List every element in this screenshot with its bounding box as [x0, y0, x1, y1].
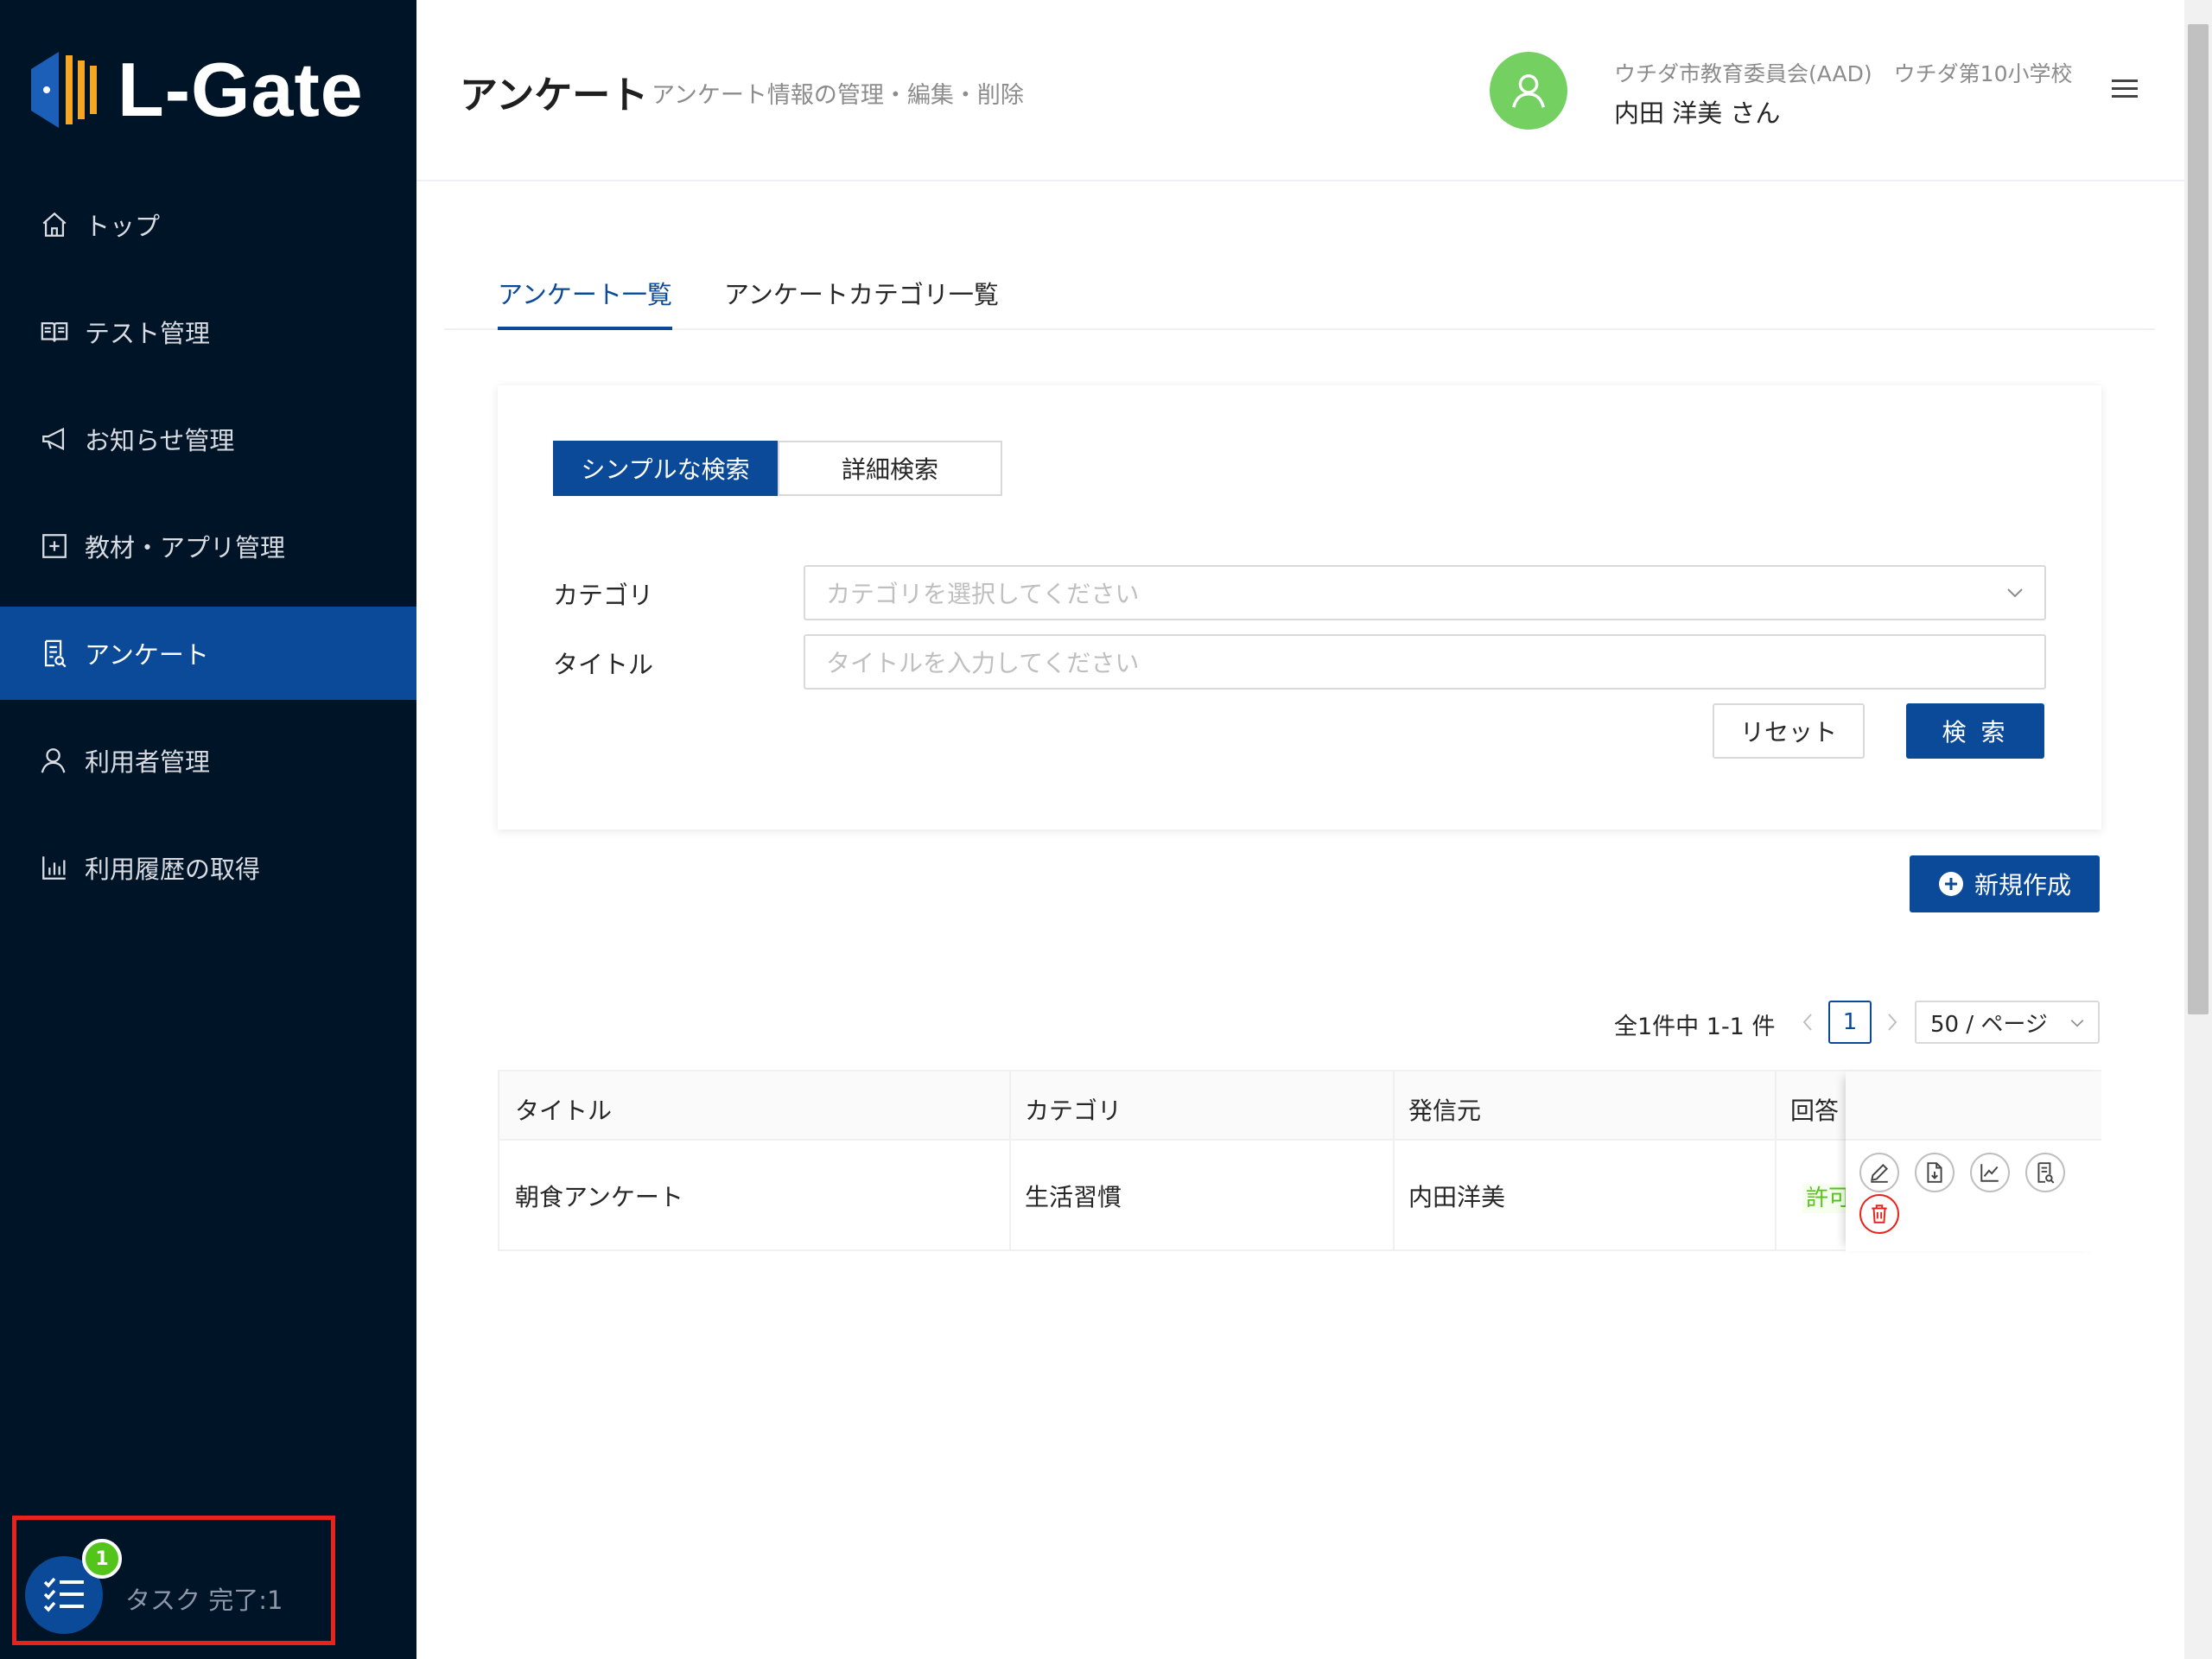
book-icon: [41, 321, 68, 342]
survey-icon: [44, 639, 67, 668]
column-header-answer[interactable]: 回答: [1790, 1092, 1839, 1127]
chevron-left-icon[interactable]: [1797, 1009, 1818, 1035]
trash-icon: [1872, 1205, 1887, 1224]
search-card: シンプルな検索 詳細検索 カテゴリ カテゴリを選択してください タイトル タイト…: [498, 385, 2101, 830]
title-input[interactable]: タイトルを入力してください: [804, 634, 2046, 690]
sidebar-item-survey[interactable]: アンケート: [0, 607, 416, 700]
sidebar-item-label: 利用履歴の取得: [85, 855, 261, 884]
edit-button[interactable]: [1859, 1153, 1899, 1192]
column-divider: [1009, 1071, 1011, 1251]
megaphone-icon: [42, 427, 65, 451]
sidebar-item-label: アンケート: [85, 640, 209, 670]
app-root: L-Gate トップ テスト管理 お知らせ管理 教材・アプリ管理 アンケート 利…: [0, 0, 2212, 1659]
search-button[interactable]: 検 索: [1906, 703, 2044, 759]
sidebar-item-top[interactable]: トップ: [0, 178, 416, 271]
chevron-right-icon[interactable]: [1882, 1009, 1903, 1035]
avatar[interactable]: [1490, 52, 1567, 130]
plus-circle-icon: [1938, 872, 1963, 896]
export-file-button[interactable]: [1915, 1153, 1955, 1192]
logo[interactable]: L-Gate: [28, 45, 364, 135]
results-chart-button[interactable]: [1970, 1153, 2010, 1192]
hamburger-menu-icon[interactable]: [2110, 74, 2139, 104]
reset-button[interactable]: リセット: [1713, 703, 1865, 759]
title-placeholder: タイトルを入力してください: [826, 649, 1140, 677]
sidebar-item-label: 利用者管理: [85, 747, 211, 777]
column-divider: [1393, 1071, 1395, 1251]
cell-title[interactable]: 朝食アンケート: [515, 1179, 683, 1213]
tab-survey-category-list[interactable]: アンケートカテゴリ一覧: [724, 275, 999, 330]
task-list-icon: [43, 1577, 84, 1612]
user-organization: ウチダ市教育委員会(AAD) ウチダ第10小学校: [1614, 61, 2073, 86]
sidebar-item-label: 教材・アプリ管理: [85, 533, 286, 563]
page-title: アンケート: [460, 73, 649, 118]
column-divider: [1775, 1071, 1777, 1251]
user-icon: [41, 748, 66, 773]
logo-icon: [31, 52, 97, 128]
action-column: [1846, 1071, 2101, 1251]
task-label: タスク 完了:1: [125, 1586, 283, 1615]
sidebar-item-label: トップ: [85, 212, 161, 241]
column-header-category[interactable]: カテゴリ: [1025, 1092, 1122, 1127]
search-mode-toggle: シンプルな検索 詳細検索: [553, 441, 1002, 496]
home-icon: [42, 212, 67, 237]
sidebar-item-history[interactable]: 利用履歴の取得: [0, 821, 416, 914]
category-placeholder: カテゴリを選択してください: [826, 580, 1140, 608]
chevron-down-icon: [2070, 1020, 2084, 1027]
tab-survey-list[interactable]: アンケート一覧: [498, 275, 672, 330]
sidebar: L-Gate トップ テスト管理 お知らせ管理 教材・アプリ管理 アンケート 利…: [0, 0, 416, 1659]
scrollbar-thumb[interactable]: [2188, 24, 2209, 1014]
cell-category: 生活習慣: [1025, 1183, 1122, 1211]
cell-sender: 内田洋美: [1408, 1183, 1506, 1211]
category-label: カテゴリ: [553, 581, 654, 610]
logo-text: L-Gate: [118, 47, 364, 132]
chevron-down-icon: [2007, 588, 2023, 598]
task-panel[interactable]: 1 タスク 完了:1: [12, 1516, 335, 1645]
plus-square-icon: [42, 534, 67, 558]
sidebar-item-materials[interactable]: 教材・アプリ管理: [0, 499, 416, 593]
user-name: 内田 洋美 さん: [1614, 99, 1781, 128]
survey-icon: [2037, 1162, 2055, 1184]
sidebar-nav: トップ テスト管理 お知らせ管理 教材・アプリ管理 アンケート 利用者管理 利用…: [0, 178, 416, 928]
column-header-sender[interactable]: 発信元: [1408, 1092, 1481, 1127]
answer-list-button[interactable]: [2025, 1153, 2065, 1192]
pagination-total: 全1件中 1-1 件: [1614, 1014, 1776, 1040]
pencil-icon: [1871, 1163, 1889, 1183]
page-subtitle: アンケート情報の管理・編集・削除: [652, 82, 1024, 109]
simple-search-button[interactable]: シンプルな検索: [553, 441, 778, 496]
file-icon: [1927, 1162, 1942, 1183]
detail-search-button[interactable]: 詳細検索: [778, 441, 1002, 496]
survey-table: タイトル カテゴリ 発信元 回答 朝食アンケート 生活習慣 内田洋美 許可: [498, 1070, 2101, 1251]
tab-bar: アンケート一覧 アンケートカテゴリ一覧: [444, 268, 2155, 330]
task-badge: 1: [82, 1539, 122, 1579]
bar-chart-icon: [42, 856, 66, 880]
title-label: タイトル: [553, 650, 654, 679]
new-survey-label: 新規作成: [1974, 871, 2071, 899]
sidebar-item-label: お知らせ管理: [85, 426, 235, 455]
delete-button[interactable]: [1859, 1194, 1899, 1234]
line-chart-icon: [1980, 1164, 1999, 1182]
sidebar-item-test[interactable]: テスト管理: [0, 285, 416, 378]
page-size-value: 50 / ページ: [1930, 1011, 2048, 1038]
sidebar-item-notice[interactable]: お知らせ管理: [0, 392, 416, 486]
column-header-title[interactable]: タイトル: [515, 1092, 612, 1127]
user-icon: [1512, 74, 1545, 108]
new-survey-button[interactable]: 新規作成: [1910, 855, 2100, 912]
category-select[interactable]: カテゴリを選択してください: [804, 565, 2046, 620]
header: アンケート アンケート情報の管理・編集・削除 ウチダ市教育委員会(AAD) ウチ…: [416, 0, 2184, 181]
page-size-select[interactable]: 50 / ページ: [1915, 1001, 2100, 1044]
sidebar-item-label: テスト管理: [85, 319, 211, 348]
sidebar-item-users[interactable]: 利用者管理: [0, 714, 416, 807]
action-column-header: [1846, 1071, 2101, 1141]
pagination-current-page[interactable]: 1: [1828, 1001, 1872, 1044]
